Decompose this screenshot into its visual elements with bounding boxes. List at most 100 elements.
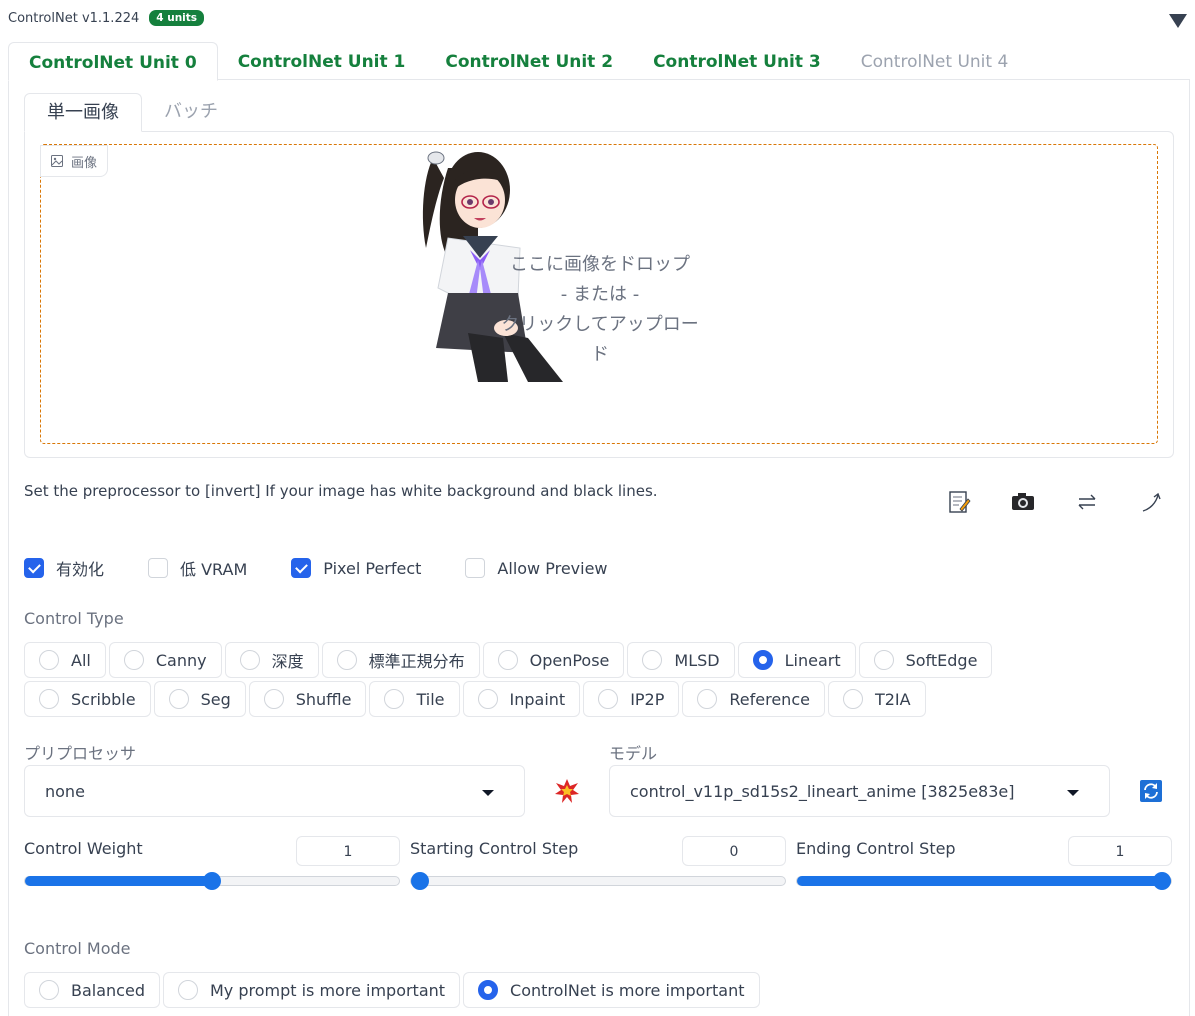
- collapse-triangle-icon[interactable]: [1169, 14, 1187, 28]
- enable-checkbox[interactable]: 有効化: [24, 556, 104, 580]
- starting-step-slider[interactable]: [410, 872, 786, 890]
- control-type-option-inpaint[interactable]: Inpaint: [462, 681, 581, 717]
- image-label-text: 画像: [71, 155, 98, 171]
- refresh-models-button[interactable]: [1129, 769, 1173, 813]
- radio-circle[interactable]: [177, 980, 198, 1000]
- radio-circle[interactable]: [384, 689, 405, 709]
- unit-tabs: ControlNet Unit 0 ControlNet Unit 1 Cont…: [8, 42, 1029, 81]
- accordion-header[interactable]: ControlNet v1.1.224 4 units: [8, 10, 205, 26]
- radio-label: 標準正規分布: [368, 652, 465, 671]
- radio-circle[interactable]: [168, 689, 189, 709]
- radio-circle[interactable]: [752, 650, 773, 670]
- radio-label: Shuffle: [295, 689, 352, 709]
- preprocessor-hint: Set the preprocessor to [invert] If your…: [24, 482, 658, 500]
- radio-circle[interactable]: [123, 650, 144, 670]
- tab-unit-1[interactable]: ControlNet Unit 1: [218, 42, 426, 80]
- radio-circle[interactable]: [39, 980, 59, 1000]
- allow-preview-label: Allow Preview: [497, 558, 608, 578]
- control-type-option-all[interactable]: All: [24, 642, 106, 678]
- radio-circle[interactable]: [842, 689, 863, 709]
- control-weight-slider[interactable]: [24, 872, 400, 890]
- radio-circle[interactable]: [477, 689, 498, 709]
- radio-circle[interactable]: [239, 650, 260, 670]
- curve-arrow-icon: [1142, 492, 1161, 512]
- radio-circle[interactable]: [642, 650, 663, 670]
- radio-circle[interactable]: [39, 650, 59, 670]
- control-type-option-shuffle[interactable]: Shuffle: [248, 681, 367, 717]
- checkbox-pixel-perfect[interactable]: [291, 558, 312, 578]
- edit-button[interactable]: [935, 478, 983, 526]
- allow-preview-checkbox[interactable]: Allow Preview: [465, 556, 608, 580]
- control-type-option-seg[interactable]: Seg: [153, 681, 246, 717]
- control-type-option-lineart[interactable]: Lineart: [737, 642, 856, 678]
- tab-unit-2[interactable]: ControlNet Unit 2: [425, 42, 633, 80]
- radio-circle[interactable]: [598, 689, 619, 709]
- radio-circle[interactable]: [497, 650, 518, 670]
- control-type-option-t2ia[interactable]: T2IA: [827, 681, 926, 717]
- preprocessor-select[interactable]: none: [24, 765, 525, 817]
- radio-label: Reference: [729, 689, 810, 709]
- slider-thumb[interactable]: [411, 872, 429, 890]
- radio-circle[interactable]: [697, 689, 718, 709]
- radio-label: All: [71, 650, 91, 670]
- tab-unit-3[interactable]: ControlNet Unit 3: [633, 42, 841, 80]
- radio-label: MLSD: [674, 650, 720, 670]
- radio-label: OpenPose: [529, 650, 610, 670]
- input-mode-tabs: 単一画像 バッチ: [24, 93, 240, 132]
- control-weight-input[interactable]: 1: [296, 836, 400, 866]
- slider-thumb[interactable]: [203, 872, 221, 890]
- control-type-option-canny[interactable]: Canny: [108, 642, 222, 678]
- radio-circle[interactable]: [478, 980, 499, 1000]
- control-mode-label: Control Mode: [24, 939, 131, 958]
- radio-label: Tile: [416, 689, 445, 709]
- starting-step-input[interactable]: 0: [682, 836, 786, 866]
- control-type-option-tile[interactable]: Tile: [369, 681, 460, 717]
- tab-batch[interactable]: バッチ: [142, 93, 240, 131]
- ending-step-input[interactable]: 1: [1068, 836, 1172, 866]
- control-type-option-scribble[interactable]: Scribble: [24, 681, 151, 717]
- control-type-option-reference[interactable]: Reference: [682, 681, 825, 717]
- control-mode-option-balanced[interactable]: Balanced: [24, 972, 160, 1008]
- low-vram-label: 低 VRAM: [180, 560, 248, 579]
- radio-circle[interactable]: [39, 689, 59, 709]
- checkbox-enable[interactable]: [24, 558, 44, 578]
- camera-button[interactable]: [999, 478, 1047, 526]
- control-weight-label: Control Weight: [24, 839, 143, 858]
- enable-label: 有効化: [56, 560, 105, 579]
- units-badge: 4 units: [149, 10, 205, 26]
- checkbox-allow-preview[interactable]: [465, 558, 486, 578]
- pixel-perfect-checkbox[interactable]: Pixel Perfect: [291, 556, 421, 580]
- chevron-down-icon: [1067, 790, 1079, 796]
- radio-label: SoftEdge: [905, 650, 978, 670]
- radio-circle[interactable]: [873, 650, 894, 670]
- radio-circle[interactable]: [263, 689, 284, 709]
- checkbox-low-vram[interactable]: [148, 558, 169, 578]
- chevron-down-icon: [482, 790, 494, 796]
- slider-thumb[interactable]: [1153, 872, 1171, 890]
- control-type-option-2[interactable]: 深度: [224, 642, 319, 678]
- send-dimensions-button[interactable]: [1127, 478, 1175, 526]
- control-type-option-3[interactable]: 標準正規分布: [321, 642, 480, 678]
- radio-label: Inpaint: [509, 689, 566, 709]
- control-type-option-mlsd[interactable]: MLSD: [627, 642, 735, 678]
- model-select[interactable]: control_v11p_sd15s2_lineart_anime [3825e…: [609, 765, 1110, 817]
- control-type-option-softedge[interactable]: SoftEdge: [858, 642, 993, 678]
- tab-unit-4[interactable]: ControlNet Unit 4: [841, 42, 1029, 80]
- control-mode-option-my-prompt-is-more-important[interactable]: My prompt is more important: [162, 972, 461, 1008]
- swap-button[interactable]: [1063, 478, 1111, 526]
- control-type-option-ip2p[interactable]: IP2P: [583, 681, 680, 717]
- run-preprocessor-button[interactable]: [545, 769, 589, 813]
- drop-instructions: ここに画像をドロップ - または - クリックしてアップロード: [500, 250, 700, 370]
- tab-single-image[interactable]: 単一画像: [24, 93, 142, 132]
- swap-icon: [1078, 494, 1096, 510]
- control-type-option-openpose[interactable]: OpenPose: [482, 642, 625, 678]
- radio-circle[interactable]: [336, 650, 357, 670]
- tab-unit-0[interactable]: ControlNet Unit 0: [8, 42, 218, 81]
- image-label: 画像: [40, 145, 109, 177]
- low-vram-checkbox[interactable]: 低 VRAM: [148, 556, 247, 580]
- control-mode-option-controlnet-is-more-important[interactable]: ControlNet is more important: [463, 972, 760, 1008]
- starting-step-label: Starting Control Step: [410, 839, 579, 858]
- refresh-icon: [1140, 780, 1162, 802]
- radio-label: Balanced: [71, 980, 145, 1000]
- ending-step-slider[interactable]: [796, 872, 1172, 890]
